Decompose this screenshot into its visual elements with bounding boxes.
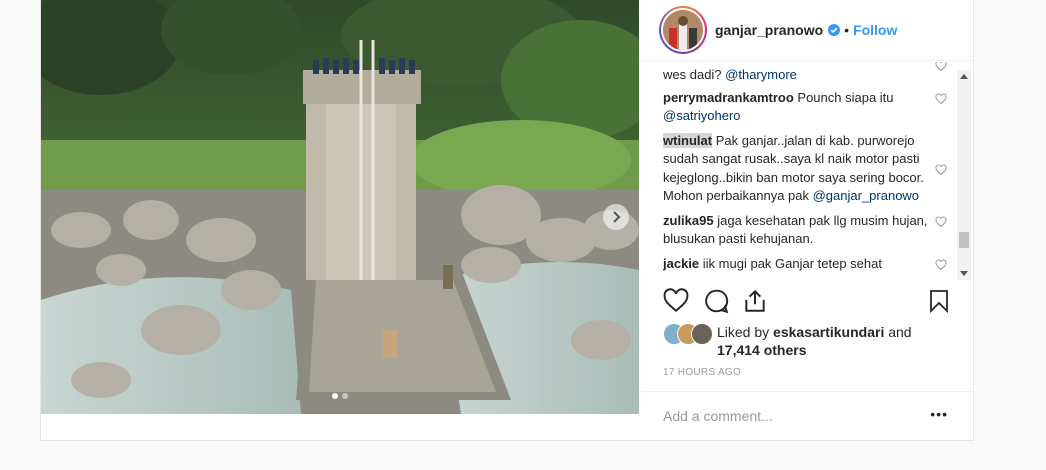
heart-icon[interactable]	[935, 215, 947, 228]
heart-icon[interactable]	[935, 62, 947, 72]
liker-username-link[interactable]: eskasartikundari	[773, 324, 884, 340]
comment-username[interactable]: jackie	[663, 256, 699, 271]
story-avatar[interactable]	[659, 6, 707, 54]
comments-list[interactable]: wes dadi? @tharymore perrymadrankamtroo …	[663, 62, 959, 284]
mention-link[interactable]: @tharymore	[725, 67, 797, 82]
heart-icon[interactable]	[935, 258, 947, 271]
add-comment-input[interactable]: Add a comment...	[663, 408, 773, 424]
post-header: ganjar_pranowo • Follow	[639, 0, 974, 61]
comments-scrollbar[interactable]	[957, 70, 971, 280]
comment-item: wes dadi? @tharymore	[663, 62, 959, 85]
scrollbar-thumb[interactable]	[959, 232, 969, 248]
heart-icon[interactable]	[935, 163, 947, 176]
post-timestamp[interactable]: 17 HOURS AGO	[663, 367, 741, 378]
mention-link[interactable]: @ganjar_pranowo	[813, 188, 919, 203]
carousel-dot	[342, 393, 348, 399]
comment-text: iik mugi pak Ganjar tetep sehat	[702, 255, 882, 271]
share-icon[interactable]	[742, 288, 768, 314]
comment-text: wes dadi?	[663, 67, 726, 82]
scroll-down-icon[interactable]	[960, 271, 968, 276]
comment-item: wtinulat Pak ganjar..jalan di kab. purwo…	[663, 132, 959, 206]
heart-icon[interactable]	[663, 288, 689, 314]
bridge-photo-image	[41, 0, 639, 414]
comment-item: zulika95 jaga kesehatan pak llg musim hu…	[663, 212, 959, 249]
more-options-button[interactable]: •••	[930, 406, 948, 422]
next-slide-button[interactable]	[603, 204, 629, 230]
post-sidebar: ganjar_pranowo • Follow wes dadi? @thary…	[639, 0, 974, 441]
chevron-right-icon	[613, 211, 621, 223]
carousel-dot-active	[332, 393, 338, 399]
scroll-up-icon[interactable]	[960, 74, 968, 79]
username-link[interactable]: ganjar_pranowo	[715, 22, 823, 38]
avatar	[691, 323, 713, 345]
heart-icon[interactable]	[935, 92, 947, 105]
carousel-indicator	[41, 393, 639, 399]
bookmark-icon[interactable]	[927, 288, 951, 314]
post-photo[interactable]	[41, 0, 639, 414]
add-comment-section: Add a comment... •••	[639, 391, 974, 441]
liker-avatars[interactable]	[663, 323, 715, 345]
verified-badge-icon	[828, 24, 841, 36]
avatar	[663, 10, 703, 50]
avatar-image	[663, 10, 703, 50]
comment-item: perrymadrankamtroo Pounch siapa itu @sat…	[663, 89, 959, 126]
comment-text: Pounch siapa itu	[797, 89, 894, 105]
comment-icon[interactable]	[703, 288, 729, 314]
mention-link[interactable]: @satriyohero	[663, 108, 741, 123]
comment-username[interactable]: wtinulat	[663, 132, 713, 148]
likes-summary: Liked by eskasartikundari and 17,414 oth…	[663, 323, 953, 359]
comment-username[interactable]: perrymadrankamtroo	[663, 90, 794, 105]
likes-text: Liked by eskasartikundari and 17,414 oth…	[717, 324, 912, 358]
action-bar	[663, 288, 953, 318]
likes-count-link[interactable]: 17,414 others	[717, 342, 807, 358]
header-separator: •	[844, 22, 850, 38]
follow-button[interactable]: Follow	[853, 22, 897, 38]
comment-item: jackie iik mugi pak Ganjar tetep sehat	[663, 255, 959, 274]
comment-username[interactable]: zulika95	[663, 213, 714, 228]
